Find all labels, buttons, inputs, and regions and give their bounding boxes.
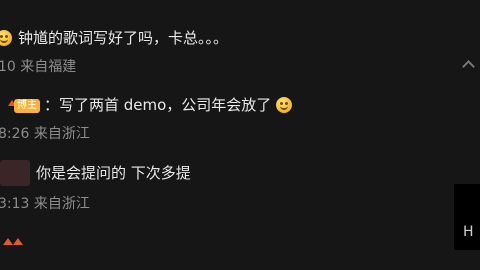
comment-body: ：写了两首 demo，公司年会放了 — [44, 96, 272, 114]
reply-indicator-icon — [3, 238, 13, 245]
cat-face-emoji-icon — [0, 30, 12, 46]
side-panel-glyph: H — [463, 224, 474, 240]
chevron-up-icon[interactable] — [462, 60, 476, 74]
comment-text: 钟馗的歌词写好了吗，卡总。。。 — [18, 29, 229, 47]
comment-text: 博主 ：写了两首 demo，公司年会放了 — [14, 95, 293, 115]
side-panel — [454, 184, 480, 250]
author-badge: 博主 — [14, 99, 40, 113]
comment-meta: 10 来自福建 — [0, 59, 77, 75]
reply-indicator-icon — [13, 238, 23, 245]
avatar[interactable] — [0, 160, 30, 186]
smile-emoji-icon — [276, 97, 293, 113]
comment-meta: 3:13 来自浙江 — [0, 196, 90, 212]
comment-meta: 8:26 来自浙江 — [0, 126, 90, 142]
comment-text: 你是会提问的 下次多提 — [36, 164, 191, 182]
